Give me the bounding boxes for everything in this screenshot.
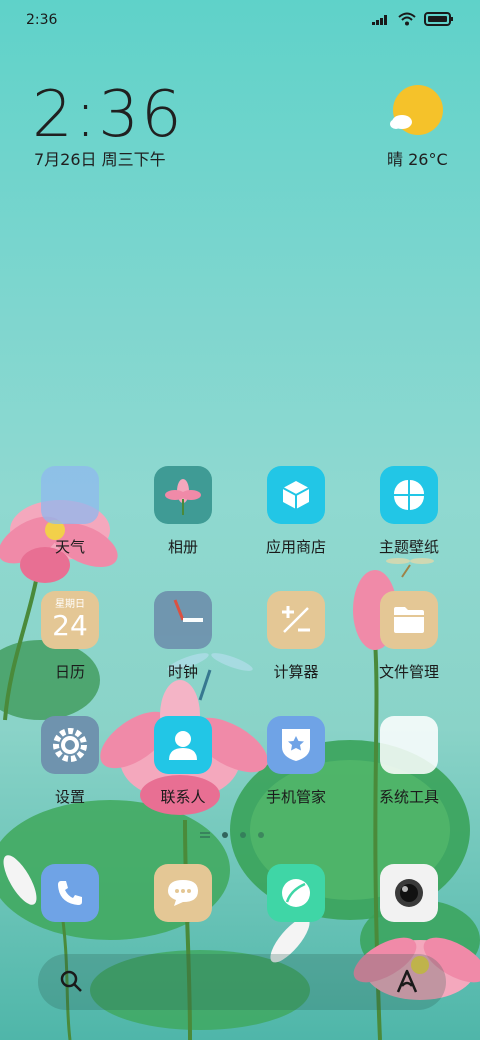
dock-browser[interactable] [246,864,346,924]
app-label: 文件管理 [378,663,439,681]
phone-icon [41,864,99,922]
browser-icon [267,864,325,922]
settings-icon [41,716,99,774]
home-screen: 2:36 2:36 7月26日 周三下午 晴 26°C 天气 相册 应用商店 主… [0,0,480,1040]
app-contacts[interactable]: 联系人 [133,716,233,826]
contacts-icon [154,716,212,774]
clock-widget-time[interactable]: 2:36 [32,78,184,152]
app-label: 天气 [54,538,85,556]
app-gallery[interactable]: 相册 [133,466,233,576]
dock-camera[interactable] [359,864,459,924]
app-calendar[interactable]: 星期日 24 日历 [20,591,120,701]
calendar-weekday: 星期日 [55,599,85,610]
app-label: 设置 [54,788,85,806]
weather-icon [41,466,99,524]
dock-messages[interactable] [133,864,233,924]
clock-icon [154,591,212,649]
app-settings[interactable]: 设置 [20,716,120,826]
app-clock[interactable]: 时钟 [133,591,233,701]
weather-text[interactable]: 晴 26°C [387,146,448,170]
page-dot[interactable] [240,832,246,838]
signal-icon [372,15,387,25]
app-label: 日历 [54,663,85,681]
app-store[interactable]: 应用商店 [246,466,346,576]
messages-icon [154,864,212,922]
app-label: 时钟 [167,663,198,681]
status-icons [372,12,454,26]
page-dot[interactable] [258,832,264,838]
search-icon[interactable] [58,968,84,994]
page-indicator-minus-one[interactable] [200,832,210,838]
calendar-day: 24 [52,609,88,642]
sunny-partly-cloudy-icon[interactable] [388,84,444,140]
file-manager-icon [380,591,438,649]
app-store-icon [267,466,325,524]
app-folder-system-tools[interactable]: 系统工具 [359,716,459,826]
calculator-icon [267,591,325,649]
page-indicator[interactable] [200,832,264,838]
app-weather[interactable]: 天气 [20,466,120,576]
app-label: 系统工具 [378,788,439,806]
security-icon [267,716,325,774]
app-label: 主题壁纸 [378,538,439,556]
page-dot-active[interactable] [222,832,228,838]
app-calculator[interactable]: 计算器 [246,591,346,701]
search-bar[interactable] [38,954,446,1010]
app-file-manager[interactable]: 文件管理 [359,591,459,701]
dock-phone[interactable] [20,864,120,924]
status-time: 2:36 [26,12,58,28]
system-tools-folder-icon [380,716,438,774]
themes-icon [380,466,438,524]
assistant-icon[interactable] [392,966,422,996]
app-label: 计算器 [273,663,319,681]
app-themes[interactable]: 主题壁纸 [359,466,459,576]
battery-icon [424,12,453,26]
gallery-icon [154,466,212,524]
calendar-icon: 星期日 24 [41,591,99,649]
clock-widget-date[interactable]: 7月26日 周三下午 [34,146,166,170]
app-label: 手机管家 [265,788,326,806]
app-security[interactable]: 手机管家 [246,716,346,826]
camera-icon [380,864,438,922]
app-label: 相册 [167,538,198,556]
app-label: 联系人 [160,788,206,806]
status-bar: 2:36 [0,0,480,40]
app-label: 应用商店 [265,538,326,556]
wifi-icon [398,12,416,26]
